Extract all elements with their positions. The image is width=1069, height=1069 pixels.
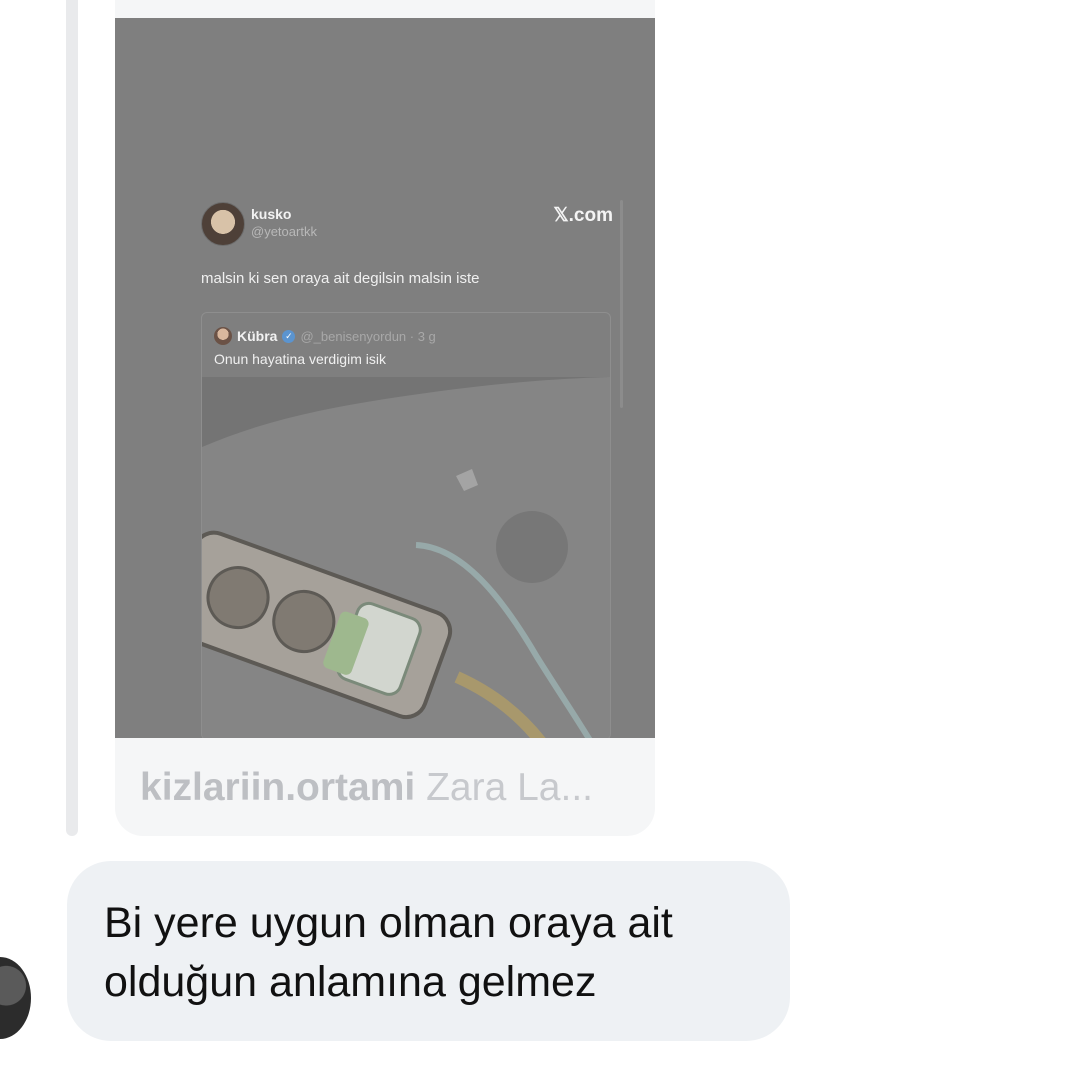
reply-thread-bar — [66, 0, 78, 836]
tweet-avatar — [201, 202, 245, 246]
tweet-author-name: kusko — [251, 206, 292, 222]
quoted-tweet-author-name: Kübra — [237, 328, 278, 344]
shared-post-image[interactable]: kusko @yetoartkk 𝕏.com malsin ki sen ora… — [115, 18, 655, 738]
x-logo-icon: 𝕏.com — [553, 205, 613, 226]
shared-post-title: Zara La... — [426, 766, 594, 809]
power-strip-photo — [202, 377, 610, 738]
tweet-text: malsin ki sen oraya ait degilsin malsin … — [201, 270, 480, 287]
quoted-tweet-text: Onun hayatina verdigim isik — [214, 351, 386, 367]
quoted-tweet-avatar — [214, 327, 232, 345]
sender-avatar[interactable] — [0, 957, 31, 1039]
tweet-scrollbar — [620, 200, 623, 408]
verified-badge-icon: ✓ — [282, 329, 296, 343]
tweet-author-handle: @yetoartkk — [251, 224, 317, 239]
tweet-screenshot: kusko @yetoartkk 𝕏.com malsin ki sen ora… — [187, 178, 623, 738]
quoted-tweet: Kübra ✓ @_benisenyordun · 3 g Onun hayat… — [201, 312, 611, 738]
message-bubble[interactable]: Bi yere uygun olman oraya ait olduğun an… — [67, 861, 790, 1041]
shared-post-account[interactable]: kizlariin.ortami — [140, 766, 415, 809]
shared-post-caption: kizlariin.ortami Zara La... — [140, 766, 593, 810]
quoted-tweet-header: Kübra ✓ @_benisenyordun · 3 g — [214, 327, 436, 345]
shared-post-card[interactable]: kusko @yetoartkk 𝕏.com malsin ki sen ora… — [115, 0, 655, 836]
message-text: Bi yere uygun olman oraya ait olduğun an… — [104, 899, 673, 1006]
quoted-tweet-meta: @_benisenyordun · 3 g — [300, 328, 436, 344]
